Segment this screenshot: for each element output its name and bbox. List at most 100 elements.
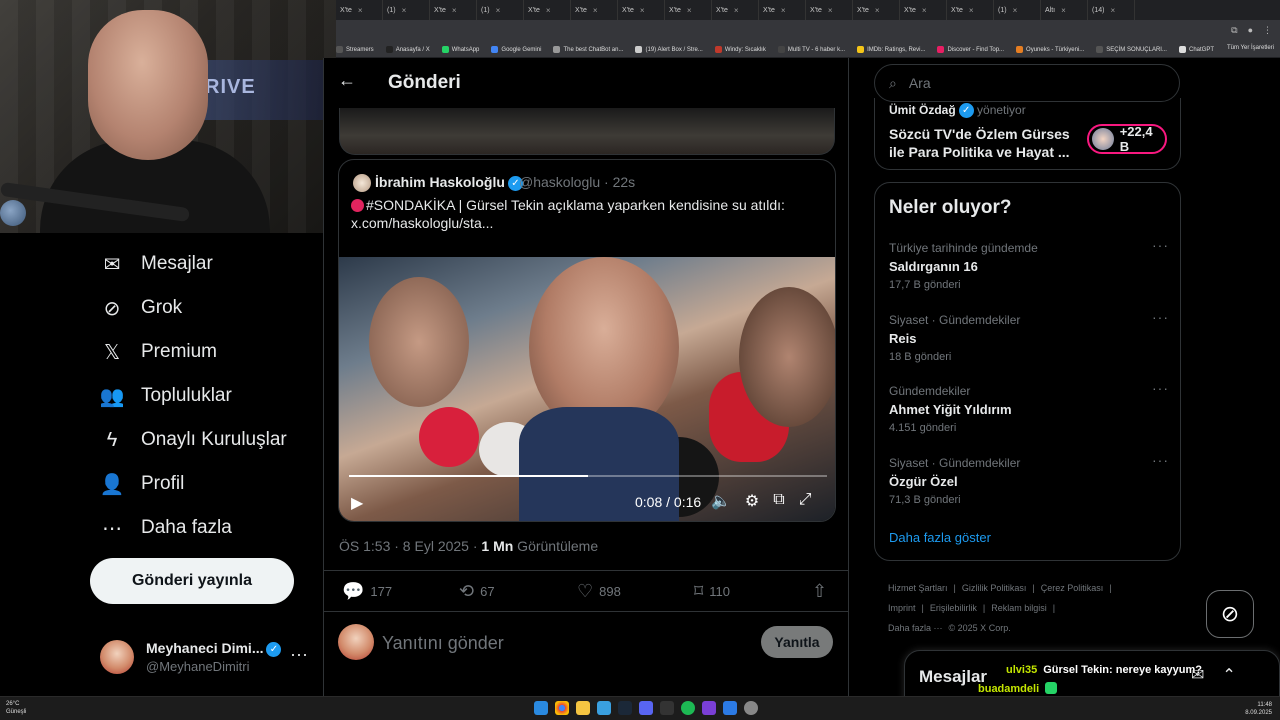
trend-item[interactable]: Türkiye tarihinde gündemde Saldırganın 16…	[889, 237, 1169, 301]
close-tab-icon[interactable]: ×	[922, 6, 927, 15]
weather-widget[interactable]: 26°C Güneşli	[6, 700, 26, 716]
app-icon[interactable]	[660, 701, 674, 715]
browser-tab[interactable]: X'te ×	[571, 0, 618, 20]
app-icon[interactable]	[744, 701, 758, 715]
bookmark-item[interactable]: Multi TV - 6 haber k...	[777, 46, 845, 53]
bookmark-item[interactable]: Anasayfa / X	[385, 46, 430, 53]
footer-link[interactable]: Hizmet Şartları	[888, 583, 948, 593]
bookmark-button[interactable]: ⌑ 110	[694, 581, 730, 602]
close-tab-icon[interactable]: ×	[781, 6, 786, 15]
reply-button[interactable]: Yanıtla	[761, 626, 833, 658]
spotify-icon[interactable]	[681, 701, 695, 715]
bookmark-item[interactable]: Discover - Find Top...	[937, 46, 1004, 53]
back-arrow-icon[interactable]: ←	[338, 70, 356, 91]
main-post-media[interactable]	[339, 108, 835, 155]
close-tab-icon[interactable]: ×	[452, 6, 457, 15]
app-icon[interactable]	[702, 701, 716, 715]
address-bar[interactable]: ⧉ ● ⋮	[336, 20, 1280, 42]
quoted-avatar[interactable]	[353, 174, 371, 192]
bookmark-item[interactable]: WhatsApp	[441, 46, 479, 53]
bookmark-item[interactable]: SEÇİM SONUÇLARI...	[1096, 46, 1167, 53]
video-player[interactable]: ▶ 0:08 / 0:16 🔈 ⚙ ⧉ ⤢	[339, 257, 835, 521]
close-tab-icon[interactable]: ×	[546, 6, 551, 15]
browser-tab[interactable]: X'te ×	[947, 0, 994, 20]
share-button[interactable]: ⇧	[812, 581, 833, 602]
footer-link[interactable]: Reklam bilgisi	[991, 603, 1047, 613]
browser-tab[interactable]: X'te ×	[524, 0, 571, 20]
trend-item[interactable]: Siyaset · Gündemdekiler Özgür Özel 71,3 B …	[889, 452, 1169, 516]
close-tab-icon[interactable]: ×	[969, 6, 974, 15]
app-icon[interactable]	[597, 701, 611, 715]
close-tab-icon[interactable]: ×	[1110, 6, 1115, 15]
chrome-icon[interactable]	[555, 701, 569, 715]
trend-item[interactable]: Gündemdekiler Ahmet Yiğit Yıldırım 4.151 g…	[889, 380, 1169, 444]
bookmark-item[interactable]: Google Gemini	[491, 46, 541, 53]
close-tab-icon[interactable]: ×	[593, 6, 598, 15]
quoted-post[interactable]: İbrahim Haskoloğlu ✓ @haskologlu · 22s #S…	[338, 159, 836, 522]
bookmark-item[interactable]: Windy: Sıcaklık	[714, 46, 766, 53]
more-dots-icon[interactable]: ···	[1152, 452, 1169, 468]
footer-link[interactable]: Gizlilik Politikası	[962, 583, 1027, 593]
bookmark-item[interactable]: ChatGPT	[1178, 46, 1214, 53]
search-input[interactable]: ⌕ Ara	[874, 64, 1180, 102]
bookmark-item[interactable]: (19) Alert Box / Stre...	[635, 46, 703, 53]
nav-item-messages[interactable]: ✉ Mesajlar	[100, 246, 213, 282]
browser-tab[interactable]: X'te ×	[806, 0, 853, 20]
nav-item-more[interactable]: ⋯ Daha fazla	[100, 510, 232, 546]
file-explorer-icon[interactable]	[576, 701, 590, 715]
close-tab-icon[interactable]: ×	[875, 6, 880, 15]
close-tab-icon[interactable]: ×	[358, 6, 363, 15]
system-clock[interactable]: 11:48 8.09.2025	[1245, 701, 1272, 717]
post-timestamp[interactable]: ÖS 1:53 · 8 Eyl 2025 ·	[339, 538, 481, 554]
browser-tab[interactable]: (1) ×	[477, 0, 524, 20]
browser-tab[interactable]: Altı ×	[1041, 0, 1088, 20]
app-icon[interactable]	[723, 701, 737, 715]
browser-tab[interactable]: (1) ×	[383, 0, 430, 20]
listener-pill[interactable]: +22,4 B	[1087, 124, 1167, 154]
pip-icon[interactable]: ⧉	[773, 491, 784, 511]
windows-start-icon[interactable]	[534, 701, 548, 715]
repost-button[interactable]: ⟲ 67	[459, 581, 495, 602]
quoted-author-row[interactable]: İbrahim Haskoloğlu ✓	[375, 174, 523, 191]
close-tab-icon[interactable]: ×	[1013, 6, 1018, 15]
close-tab-icon[interactable]: ×	[687, 6, 692, 15]
browser-tab[interactable]: X'te ×	[336, 0, 383, 20]
more-dots-icon[interactable]: ···	[1152, 309, 1169, 325]
nav-item-profile[interactable]: 👤 Profil	[100, 466, 185, 502]
footer-link[interactable]: Erişilebilirlik	[930, 603, 977, 613]
close-tab-icon[interactable]: ×	[734, 6, 739, 15]
footer-link[interactable]: Daha fazla ···	[888, 623, 943, 633]
browser-tab[interactable]: X'te ×	[900, 0, 947, 20]
footer-link[interactable]: Çerez Politikası	[1041, 583, 1104, 593]
browser-tab[interactable]: X'te ×	[853, 0, 900, 20]
browser-tab[interactable]: X'te ×	[665, 0, 712, 20]
trend-item[interactable]: Siyaset · Gündemdekiler Reis 18 B gönderi ·…	[889, 309, 1169, 373]
more-dots-icon[interactable]: ···	[290, 644, 308, 665]
close-tab-icon[interactable]: ×	[402, 6, 407, 15]
show-more-link[interactable]: Daha fazla göster	[889, 530, 991, 545]
all-bookmarks[interactable]: Tüm Yer İşaretleri	[1227, 45, 1274, 51]
browser-tab[interactable]: X'te ×	[618, 0, 665, 20]
browser-tab[interactable]: X'te ×	[430, 0, 477, 20]
nav-item-verified-orgs[interactable]: ϟ Onaylı Kuruluşlar	[100, 422, 287, 458]
footer-link[interactable]: © 2025 X Corp.	[949, 623, 1011, 633]
browser-tab[interactable]: X'te ×	[712, 0, 759, 20]
footer-link[interactable]: Imprint	[888, 603, 916, 613]
more-dots-icon[interactable]: ···	[1152, 380, 1169, 396]
close-tab-icon[interactable]: ×	[496, 6, 501, 15]
settings-gear-icon[interactable]: ⚙	[745, 491, 759, 511]
nav-item-grok[interactable]: ⊘ Grok	[100, 290, 183, 326]
volume-icon[interactable]: 🔈	[711, 491, 731, 511]
close-tab-icon[interactable]: ×	[828, 6, 833, 15]
reply-button[interactable]: 💬 177	[342, 581, 392, 602]
bookmark-item[interactable]: IMDb: Ratings, Revi...	[857, 46, 925, 53]
post-button[interactable]: Gönderi yayınla	[90, 558, 294, 604]
bookmark-item[interactable]: The best ChatBot an...	[553, 46, 623, 53]
chevron-up-icon[interactable]: ⌃	[1222, 665, 1235, 685]
bookmark-item[interactable]: Oyuneks - Türkiyeni...	[1016, 46, 1084, 53]
grok-icon[interactable]: ⊘	[1206, 590, 1254, 638]
fullscreen-icon[interactable]: ⤢	[799, 491, 812, 511]
live-space-card[interactable]: Ümit Özdağ ✓ yönetiyor Sözcü TV'de Özlem …	[874, 98, 1181, 170]
close-tab-icon[interactable]: ×	[1061, 6, 1066, 15]
browser-tab[interactable]: X'te ×	[759, 0, 806, 20]
